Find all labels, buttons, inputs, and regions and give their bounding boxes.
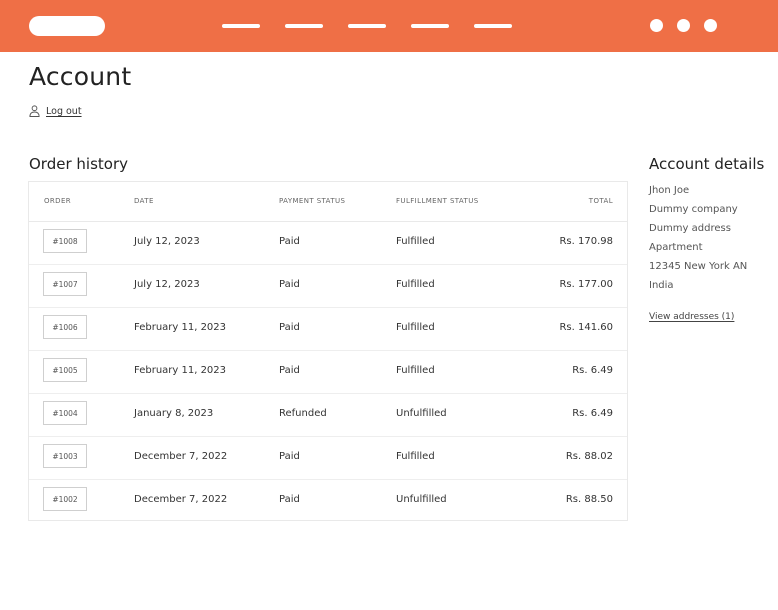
table-row: #1006 February 11, 2023 Paid Fulfilled R… (29, 308, 627, 351)
order-date: July 12, 2023 (134, 236, 200, 247)
order-total: Rs. 6.49 (572, 365, 613, 376)
detail-city: 12345 New York AN (649, 261, 748, 272)
nav-link-1[interactable] (222, 24, 260, 28)
nav-link-2[interactable] (285, 24, 323, 28)
header-icon-2[interactable] (677, 19, 690, 32)
order-number-link[interactable]: #1004 (43, 401, 87, 425)
header-icon-1[interactable] (650, 19, 663, 32)
order-date: February 11, 2023 (134, 365, 227, 376)
payment-status: Paid (279, 322, 300, 333)
order-total: Rs. 177.00 (559, 279, 613, 290)
page-title: Account (29, 62, 132, 91)
table-row: #1008 July 12, 2023 Paid Fulfilled Rs. 1… (29, 222, 627, 265)
order-number-link[interactable]: #1007 (43, 272, 87, 296)
column-header-fulfillment-status: FULFILLMENT STATUS (396, 197, 479, 205)
nav-link-3[interactable] (348, 24, 386, 28)
payment-status: Paid (279, 236, 300, 247)
fulfillment-status: Fulfilled (396, 365, 435, 376)
table-row: #1002 December 7, 2022 Paid Unfulfilled … (29, 480, 627, 523)
nav-link-4[interactable] (411, 24, 449, 28)
table-row: #1007 July 12, 2023 Paid Fulfilled Rs. 1… (29, 265, 627, 308)
column-header-total: TOTAL (588, 197, 613, 205)
logout-link[interactable]: Log out (46, 106, 82, 117)
fulfillment-status: Fulfilled (396, 279, 435, 290)
order-total: Rs. 88.02 (565, 451, 613, 462)
column-header-order: ORDER (44, 197, 72, 205)
view-addresses-link[interactable]: View addresses (1) (649, 312, 734, 322)
detail-apartment: Apartment (649, 242, 703, 253)
payment-status: Paid (279, 451, 300, 462)
detail-company: Dummy company (649, 204, 738, 215)
detail-name: Jhon Joe (649, 185, 690, 196)
payment-status: Paid (279, 279, 300, 290)
order-date: December 7, 2022 (134, 494, 228, 505)
header-icon-3[interactable] (704, 19, 717, 32)
order-history-title: Order history (29, 155, 128, 173)
fulfillment-status: Fulfilled (396, 236, 435, 247)
table-row: #1003 December 7, 2022 Paid Fulfilled Rs… (29, 437, 627, 480)
logo-placeholder[interactable] (29, 16, 105, 36)
table-row: #1004 January 8, 2023 Refunded Unfulfill… (29, 394, 627, 437)
payment-status: Paid (279, 494, 300, 505)
account-details: Jhon Joe Dummy company Dummy address Apa… (649, 183, 774, 297)
account-details-title: Account details (649, 155, 765, 173)
column-header-payment-status: PAYMENT STATUS (279, 197, 346, 205)
order-number-link[interactable]: #1003 (43, 444, 87, 468)
order-history-table: ORDER DATE PAYMENT STATUS FULFILLMENT ST… (28, 181, 628, 521)
column-header-date: DATE (134, 197, 154, 205)
fulfillment-status: Fulfilled (396, 322, 435, 333)
payment-status: Paid (279, 365, 300, 376)
table-row: #1005 February 11, 2023 Paid Fulfilled R… (29, 351, 627, 394)
order-number-link[interactable]: #1006 (43, 315, 87, 339)
order-date: February 11, 2023 (134, 322, 227, 333)
payment-status: Refunded (279, 408, 327, 419)
order-total: Rs. 141.60 (559, 322, 613, 333)
fulfillment-status: Fulfilled (396, 451, 435, 462)
fulfillment-status: Unfulfilled (396, 408, 447, 419)
site-header (0, 0, 778, 52)
order-number-link[interactable]: #1005 (43, 358, 87, 382)
nav-link-5[interactable] (474, 24, 512, 28)
logout-link-wrapper[interactable]: Log out (29, 103, 82, 119)
detail-country: India (649, 280, 674, 291)
order-total: Rs. 170.98 (559, 236, 613, 247)
order-date: December 7, 2022 (134, 451, 228, 462)
fulfillment-status: Unfulfilled (396, 494, 447, 505)
order-number-link[interactable]: #1008 (43, 229, 87, 253)
order-date: January 8, 2023 (134, 408, 214, 419)
table-header: ORDER DATE PAYMENT STATUS FULFILLMENT ST… (29, 182, 627, 222)
order-number-link[interactable]: #1002 (43, 487, 87, 511)
order-total: Rs. 6.49 (572, 408, 613, 419)
user-icon (29, 102, 46, 121)
order-date: July 12, 2023 (134, 279, 200, 290)
detail-address: Dummy address (649, 223, 731, 234)
order-total: Rs. 88.50 (565, 494, 613, 505)
